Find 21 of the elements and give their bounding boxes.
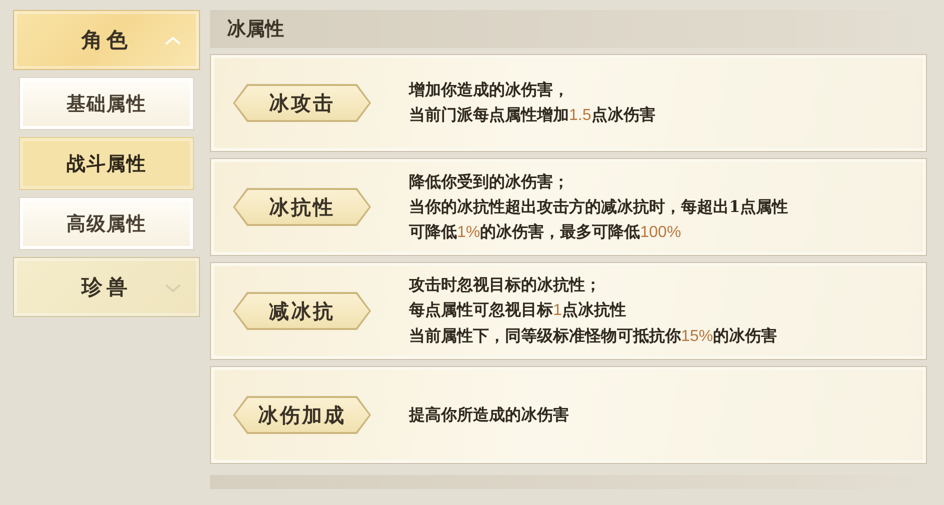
category-tab[interactable]: 角色: [13, 10, 200, 70]
description-text: 当前属性下，同等级标准怪物可抵抗你15%的冰伤害: [409, 325, 778, 347]
description-text: 增加你造成的冰伤害，: [409, 79, 570, 101]
description-text: 降低你受到的冰伤害；: [409, 170, 570, 192]
description-text: 每点属性可忽视目标1点冰抗性: [409, 299, 627, 321]
chevron-up-icon: [165, 36, 181, 46]
description-text: 攻击时忽视目标的冰抗性；: [409, 274, 602, 296]
section-title: 冰属性: [227, 17, 284, 42]
chevron-down-icon: [165, 283, 181, 293]
category-tab[interactable]: 珍兽: [13, 257, 200, 317]
description-text: 可降低1%的冰伤害，最多可降低100%: [409, 220, 682, 242]
description-text: 当你的冰抗性超出攻击方的减冰抗时，每超出1点属性: [409, 196, 788, 218]
attribute-label: 冰攻击: [233, 84, 371, 122]
description-text: 当前门派每点属性增加1.5点冰伤害: [409, 104, 656, 126]
attribute-label: 冰抗性: [233, 188, 371, 226]
description-text: 提高你所造成的冰伤害: [409, 404, 569, 426]
sidebar-item[interactable]: 战斗属性: [19, 137, 194, 190]
attribute-label: 冰伤加成: [233, 396, 371, 434]
sidebar-item[interactable]: 高级属性: [19, 197, 194, 250]
attribute-label: 减冰抗: [233, 292, 371, 330]
sidebar-item[interactable]: 基础属性: [19, 77, 194, 130]
